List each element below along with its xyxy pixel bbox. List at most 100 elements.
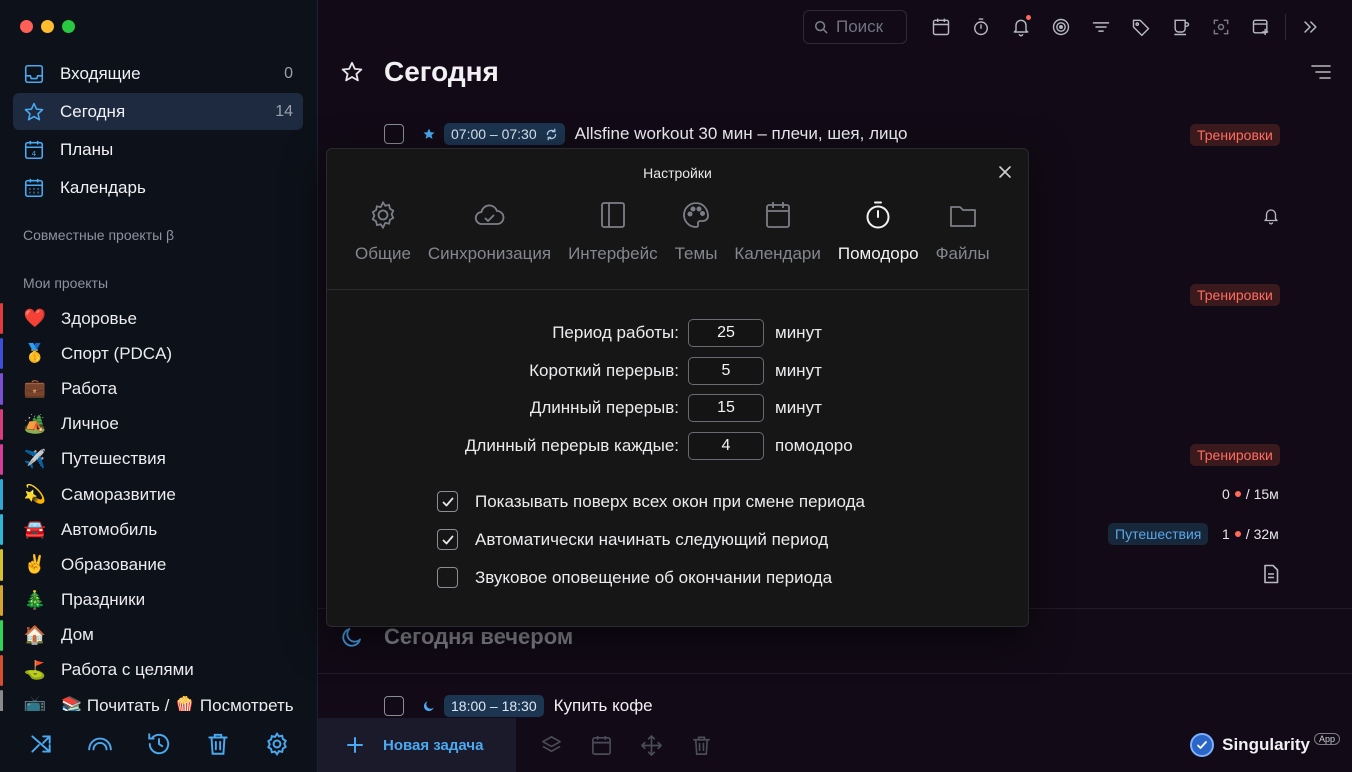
- project-color-bar: [0, 443, 3, 475]
- project-label: Работа с целями: [61, 660, 194, 680]
- task-checkbox[interactable]: [384, 696, 404, 716]
- project-color-bar: [0, 584, 3, 616]
- minimize-window-button[interactable]: [41, 20, 54, 33]
- project-item[interactable]: 🎄 Праздники: [0, 583, 318, 618]
- history-icon[interactable]: [146, 731, 172, 757]
- calendar-button[interactable]: [921, 8, 961, 46]
- settings-tabs: Общие Синхронизация Интерфейс Темы Кален…: [351, 197, 1003, 264]
- page-title: Сегодня: [384, 56, 499, 87]
- screenshot-button[interactable]: [1201, 8, 1241, 46]
- filter-button[interactable]: [1081, 8, 1121, 46]
- project-color-bar: [0, 690, 3, 711]
- project-item[interactable]: 🏕️ Личное: [0, 407, 318, 442]
- project-item[interactable]: ✈️ Путешествия: [0, 442, 318, 477]
- task-tag[interactable]: Тренировки: [1190, 124, 1280, 146]
- tags-button[interactable]: [1121, 8, 1161, 46]
- project-color-bar: [0, 619, 3, 651]
- task-tag[interactable]: Тренировки: [1190, 444, 1280, 466]
- sidebar-item-plans[interactable]: 4 Планы: [13, 131, 303, 168]
- rainbow-icon[interactable]: [87, 731, 113, 757]
- reminder-bell-icon[interactable]: [1262, 207, 1280, 225]
- dialog-divider: [327, 289, 1028, 290]
- checkbox-checked[interactable]: [437, 491, 458, 512]
- tab-general[interactable]: Общие: [351, 197, 415, 264]
- task-time-badge: 07:00 – 07:30: [444, 123, 565, 145]
- task-row[interactable]: 07:00 – 07:30 Allsfine workout 30 мин – …: [384, 123, 908, 145]
- project-label: 📚 Почитать / 🍿 Посмотреть: [61, 695, 294, 711]
- tab-label: Файлы: [935, 244, 990, 263]
- task-time: 07:00 – 07:30: [451, 126, 537, 142]
- toolbar-divider: [1285, 14, 1286, 40]
- work-period-input[interactable]: [688, 319, 764, 347]
- tab-pomodoro[interactable]: Помодоро: [834, 197, 923, 264]
- trash-icon[interactable]: [690, 734, 713, 757]
- long-break-every-row: Длинный перерыв каждые: помодоро: [327, 432, 1030, 460]
- task-row[interactable]: 18:00 – 18:30 Купить кофе: [384, 695, 653, 717]
- sidebar-item-inbox[interactable]: Входящие 0: [13, 55, 303, 92]
- auto-start-option[interactable]: Автоматически начинать следующий период: [437, 529, 828, 550]
- task-tag[interactable]: Путешествия: [1108, 523, 1209, 545]
- task-checkbox[interactable]: [384, 124, 404, 144]
- pomodoro-duration: / 32м: [1245, 526, 1279, 542]
- search-placeholder: Поиск: [836, 17, 884, 36]
- move-icon[interactable]: [640, 734, 663, 757]
- sidebar-item-today[interactable]: Сегодня 14: [13, 93, 303, 130]
- long-break-row: Длинный перерыв: минут: [327, 394, 1030, 422]
- long-break-input[interactable]: [688, 394, 764, 422]
- zoom-window-button[interactable]: [62, 20, 75, 33]
- focus-button[interactable]: [1041, 8, 1081, 46]
- sort-icon[interactable]: [1310, 63, 1332, 81]
- close-icon[interactable]: [998, 165, 1012, 179]
- star-icon: [23, 101, 45, 123]
- tab-themes[interactable]: Темы: [671, 197, 722, 264]
- sidebar-item-calendar[interactable]: Календарь: [13, 169, 303, 206]
- checkbox-checked[interactable]: [437, 529, 458, 550]
- short-break-input[interactable]: [688, 357, 764, 385]
- task-tag[interactable]: Тренировки: [1190, 284, 1280, 306]
- shared-projects-heading[interactable]: Совместные проекты β: [23, 227, 174, 243]
- close-window-button[interactable]: [20, 20, 33, 33]
- project-item[interactable]: 💫 Саморазвитие: [0, 477, 318, 512]
- my-projects-heading[interactable]: Мои проекты: [23, 275, 108, 291]
- project-item[interactable]: 🏠 Дом: [0, 618, 318, 653]
- project-emoji-icon: 💫: [23, 484, 47, 505]
- always-on-top-option[interactable]: Показывать поверх всех окон при смене пе…: [437, 491, 865, 512]
- project-color-bar: [0, 373, 3, 405]
- calendar-icon[interactable]: [590, 734, 613, 757]
- new-task-button[interactable]: Новая задача: [318, 718, 516, 772]
- checkbox-unchecked[interactable]: [437, 567, 458, 588]
- project-item[interactable]: 🥇 Спорт (PDCA): [0, 336, 318, 371]
- tab-files[interactable]: Файлы: [932, 197, 994, 264]
- palette-icon: [680, 199, 712, 231]
- layers-icon[interactable]: [540, 734, 563, 757]
- tab-sync[interactable]: Синхронизация: [424, 197, 555, 264]
- top-toolbar: Поиск: [803, 8, 1352, 46]
- evening-section-header: Сегодня вечером: [340, 624, 573, 650]
- new-window-button[interactable]: [1241, 8, 1281, 46]
- divider: [318, 673, 1352, 674]
- pomodoro-meta: 0 / 15м: [1222, 486, 1279, 502]
- trash-icon[interactable]: [205, 731, 231, 757]
- project-item[interactable]: 📺 📚 Почитать / 🍿 Посмотреть: [0, 688, 318, 711]
- calendar-grid-icon: [23, 177, 45, 199]
- collapse-panel-button[interactable]: [1290, 8, 1330, 46]
- project-item[interactable]: ✌️ Образование: [0, 547, 318, 582]
- notifications-button[interactable]: [1001, 8, 1041, 46]
- tab-calendars[interactable]: Календари: [730, 197, 824, 264]
- settings-gear-icon[interactable]: [264, 731, 290, 757]
- field-unit: минут: [775, 323, 822, 342]
- project-item[interactable]: ⛳ Работа с целями: [0, 653, 318, 688]
- timer-button[interactable]: [961, 8, 1001, 46]
- project-item[interactable]: 💼 Работа: [0, 371, 318, 406]
- note-icon[interactable]: [1262, 564, 1280, 584]
- search-input[interactable]: Поиск: [803, 10, 907, 44]
- sound-alert-option[interactable]: Звуковое оповещение об окончании периода: [437, 567, 832, 588]
- tab-interface[interactable]: Интерфейс: [564, 197, 662, 264]
- habits-button[interactable]: [1161, 8, 1201, 46]
- shuffle-icon[interactable]: [28, 731, 54, 757]
- project-item[interactable]: ❤️ Здоровье: [0, 301, 318, 336]
- project-item[interactable]: 🚘 Автомобиль: [0, 512, 318, 547]
- sidebar-bottom-bar: [0, 716, 318, 772]
- long-break-every-input[interactable]: [688, 432, 764, 460]
- checkbox-label: Автоматически начинать следующий период: [475, 529, 829, 549]
